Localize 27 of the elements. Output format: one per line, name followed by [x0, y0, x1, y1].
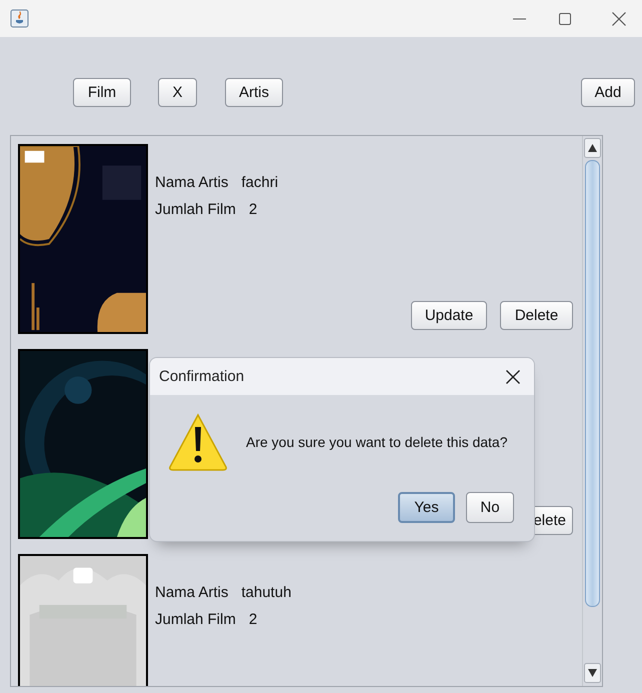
- no-button[interactable]: No: [466, 492, 514, 523]
- scroll-down-icon[interactable]: [584, 663, 601, 683]
- add-button[interactable]: Add: [581, 78, 635, 107]
- artist-name: fachri: [241, 174, 278, 190]
- maximize-icon[interactable]: [559, 12, 571, 24]
- warning-icon: [168, 413, 228, 471]
- cup-icon: [10, 9, 29, 28]
- update-button[interactable]: Update: [411, 301, 487, 330]
- field-label: Nama Artis: [155, 174, 228, 190]
- field-label: Jumlah Film: [155, 200, 236, 218]
- scrollbar-thumb[interactable]: [585, 160, 600, 607]
- close-icon[interactable]: [612, 12, 626, 26]
- film-count: 2: [248, 610, 258, 628]
- dialog-message: Are you sure you want to delete this data?: [246, 434, 508, 450]
- nav-button[interactable]: Film: [73, 78, 131, 107]
- nav-button[interactable]: X: [158, 78, 197, 107]
- scroll-up-icon[interactable]: [584, 138, 601, 158]
- film-count: 2: [248, 200, 258, 218]
- yes-button[interactable]: Yes: [398, 492, 455, 523]
- nav-button[interactable]: Artis: [225, 78, 283, 107]
- delete-button[interactable]: Delete: [500, 301, 573, 330]
- close-icon[interactable]: [506, 370, 520, 384]
- delete-button[interactable]: elete: [533, 506, 573, 535]
- field-label: Nama Artis: [155, 584, 228, 600]
- field-label: Jumlah Film: [155, 610, 236, 628]
- dialog-title: Confirmation: [159, 368, 246, 385]
- artist-name: tahutuh: [241, 584, 292, 600]
